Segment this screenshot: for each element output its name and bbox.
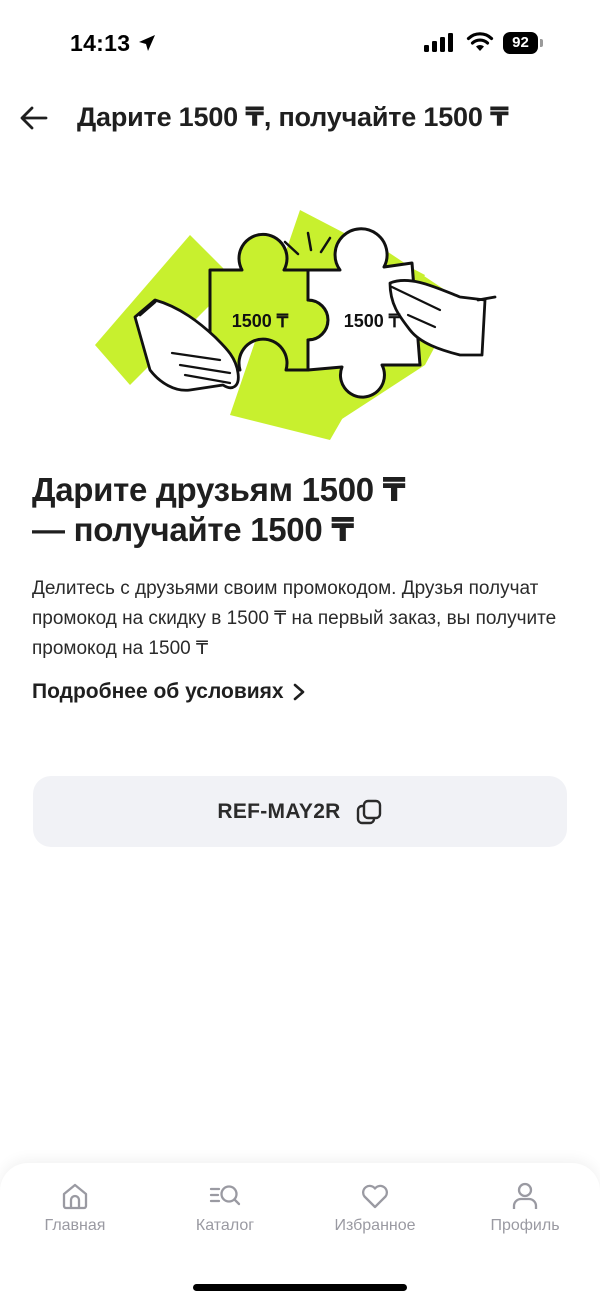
promo-heading-line1: Дарите друзьям 1500 ₸ bbox=[32, 471, 406, 508]
tab-home-label: Главная bbox=[44, 1217, 106, 1234]
bottom-tab-bar: Главная Каталог Избранное Профиль bbox=[0, 1163, 600, 1303]
right-piece-label: 1500 ₸ bbox=[344, 311, 401, 331]
tab-favorites-label: Избранное bbox=[334, 1217, 416, 1234]
tab-favorites[interactable]: Избранное bbox=[315, 1181, 435, 1241]
heart-icon bbox=[362, 1184, 388, 1209]
header: Дарите 1500 ₸, получайте 1500 ₸ bbox=[0, 92, 600, 148]
home-icon bbox=[62, 1183, 88, 1210]
tab-profile[interactable]: Профиль bbox=[465, 1181, 585, 1241]
battery-tip bbox=[540, 39, 543, 47]
tab-catalog[interactable]: Каталог bbox=[165, 1181, 285, 1241]
promo-heading-line2: — получайте 1500 ₸ bbox=[32, 511, 354, 548]
copy-icon bbox=[356, 799, 381, 824]
status-time: 14:13 bbox=[70, 30, 131, 56]
promo-heading: Дарите друзьям 1500 ₸ — получайте 1500 ₸ bbox=[32, 470, 572, 550]
conditions-link[interactable]: Подробнее об условиях bbox=[32, 680, 306, 704]
conditions-link-label: Подробнее об условиях bbox=[32, 680, 284, 703]
tab-catalog-label: Каталог bbox=[195, 1217, 255, 1234]
promo-code-copy-button[interactable]: REF-MAY2R bbox=[33, 776, 567, 847]
status-bar: 14:13 92 bbox=[0, 0, 600, 90]
promo-description: Делитесь с друзьями своим промокодом. Др… bbox=[32, 578, 557, 659]
chevron-right-icon bbox=[293, 683, 304, 701]
promo-code-value: REF-MAY2R bbox=[217, 799, 341, 823]
signal-icon bbox=[424, 33, 453, 52]
wifi-icon bbox=[466, 32, 494, 51]
battery-level: 92 bbox=[512, 34, 529, 51]
battery-icon: 92 bbox=[503, 32, 543, 54]
tab-profile-label: Профиль bbox=[490, 1217, 560, 1234]
page-title: Дарите 1500 ₸, получайте 1500 ₸ bbox=[77, 102, 509, 132]
profile-icon bbox=[512, 1182, 538, 1209]
back-button[interactable] bbox=[14, 98, 54, 138]
left-piece-label: 1500 ₸ bbox=[232, 311, 289, 331]
tab-home[interactable]: Главная bbox=[15, 1181, 135, 1241]
location-arrow-icon bbox=[139, 35, 155, 51]
catalog-search-icon bbox=[209, 1185, 241, 1206]
home-indicator bbox=[193, 1284, 407, 1291]
puzzle-illustration: 1500 ₸ 1500 ₸ bbox=[95, 210, 497, 440]
arrow-left-icon bbox=[20, 106, 48, 130]
